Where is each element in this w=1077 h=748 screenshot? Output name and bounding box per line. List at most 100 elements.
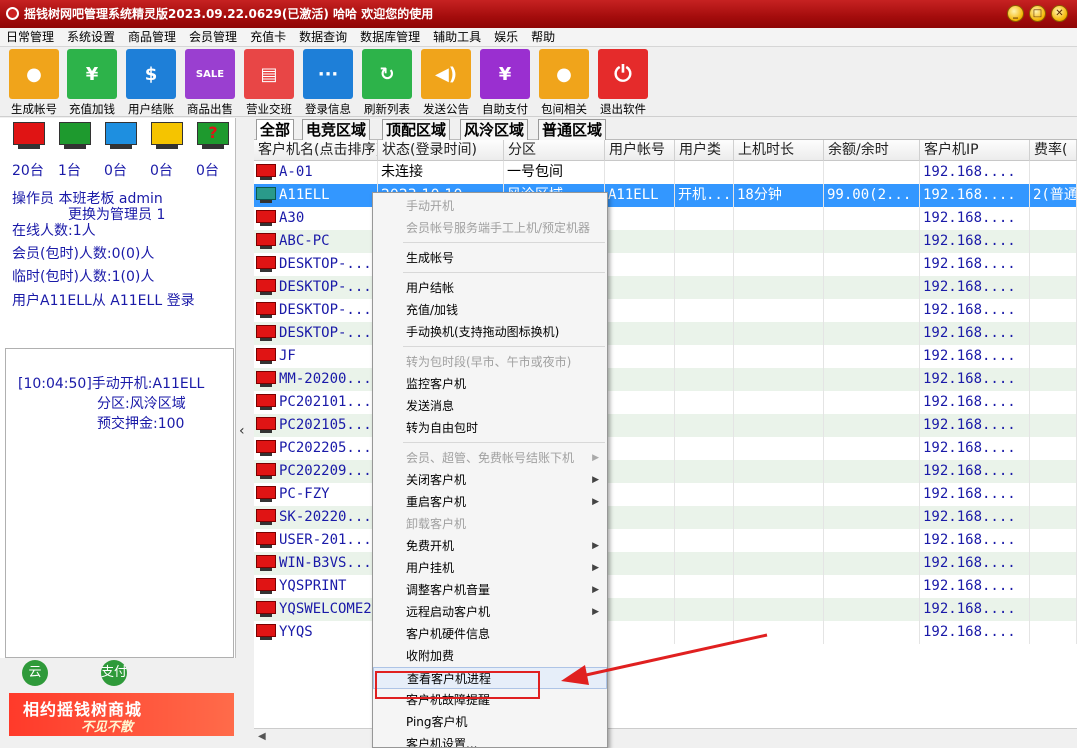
monitor-stand bbox=[18, 145, 40, 149]
toolbar-button[interactable]: ● 生成帐号 bbox=[4, 49, 64, 117]
context-menu-item[interactable]: 远程启动客户机 ▶ bbox=[373, 601, 607, 623]
menu-item[interactable]: 帮助 bbox=[525, 28, 562, 47]
menu-item[interactable]: 会员管理 bbox=[183, 28, 244, 47]
context-menu-item[interactable]: 充值/加钱 bbox=[373, 299, 607, 321]
context-menu-item[interactable]: 生成帐号 bbox=[373, 247, 607, 269]
context-menu-label: 客户机设置... bbox=[406, 737, 478, 748]
context-menu-item[interactable]: 用户结帐 bbox=[373, 277, 607, 299]
table-cell bbox=[824, 345, 920, 368]
menu-item[interactable]: 充值卡 bbox=[244, 28, 293, 47]
monitor-count: 20台 bbox=[12, 163, 44, 179]
context-menu-label: 重启客户机 bbox=[406, 495, 467, 509]
column-header[interactable]: 用户类 bbox=[675, 140, 734, 161]
table-cell: 192.168.... bbox=[920, 368, 1030, 391]
table-cell bbox=[675, 506, 734, 529]
table-cell bbox=[675, 460, 734, 483]
menu-item[interactable]: 辅助工具 bbox=[427, 28, 488, 47]
column-header[interactable]: 费率( bbox=[1030, 140, 1077, 161]
monitor-status-icon[interactable] bbox=[104, 122, 138, 150]
table-cell: A11ELL bbox=[276, 184, 378, 207]
context-menu-item: 会员、超管、免费帐号结账下机 ▶ bbox=[373, 447, 607, 469]
column-header[interactable]: 状态(登录时间) bbox=[378, 140, 504, 161]
menu-item[interactable]: 数据库管理 bbox=[354, 28, 427, 47]
toolbar-button[interactable]: ⏻ 退出软件 bbox=[593, 49, 653, 117]
column-header[interactable]: 客户机IP bbox=[920, 140, 1030, 161]
monitor-status-icon[interactable] bbox=[12, 122, 46, 150]
column-header[interactable]: 余额/余时 bbox=[824, 140, 920, 161]
table-row[interactable]: A-01 未连接 一号包间 192.168.... bbox=[254, 161, 1077, 184]
menu-item[interactable]: 数据查询 bbox=[293, 28, 354, 47]
tab-zone[interactable]: 顶配区域 bbox=[382, 119, 451, 140]
monitor-status-icon[interactable] bbox=[150, 122, 184, 150]
pay-button[interactable]: 支付 bbox=[101, 660, 127, 686]
monitor-screen: ? bbox=[197, 122, 229, 145]
menu-item[interactable]: 娱乐 bbox=[488, 28, 525, 47]
menu-item[interactable]: 系统设置 bbox=[61, 28, 122, 47]
maximize-button[interactable]: □ bbox=[1029, 5, 1046, 22]
context-menu-item[interactable]: 关闭客户机 ▶ bbox=[373, 469, 607, 491]
toolbar-button[interactable]: ¥ 自助支付 bbox=[475, 49, 535, 117]
computer-stand bbox=[260, 614, 272, 617]
context-menu-item[interactable]: 发送消息 bbox=[373, 395, 607, 417]
table-cell bbox=[605, 391, 675, 414]
context-menu-label: Ping客户机 bbox=[406, 715, 468, 729]
toolbar-button[interactable]: ▤ 营业交班 bbox=[239, 49, 299, 117]
table-cell bbox=[824, 299, 920, 322]
column-header[interactable]: 用户帐号 bbox=[605, 140, 675, 161]
tab-zone[interactable]: 全部 bbox=[256, 119, 295, 140]
toolbar-button[interactable]: $ 用户结账 bbox=[121, 49, 181, 117]
toolbar-button[interactable]: ¥ 充值加钱 bbox=[62, 49, 122, 117]
table-cell: 192.168.... bbox=[920, 506, 1030, 529]
context-menu-label: 远程启动客户机 bbox=[406, 605, 491, 619]
toolbar-button[interactable]: ↻ 刷新列表 bbox=[357, 49, 417, 117]
context-menu-item[interactable]: Ping客户机 bbox=[373, 711, 607, 733]
table-cell bbox=[734, 161, 824, 184]
context-menu-item[interactable]: 调整客户机音量 ▶ bbox=[373, 579, 607, 601]
toolbar-button[interactable]: ··· 登录信息 bbox=[298, 49, 358, 117]
minimize-button[interactable]: _ bbox=[1007, 5, 1024, 22]
table-cell: 192.168.... bbox=[920, 276, 1030, 299]
toolbar-button[interactable]: ● 包间相关 bbox=[534, 49, 594, 117]
context-menu-item[interactable]: 用户挂机 ▶ bbox=[373, 557, 607, 579]
toolbar-button-label: 用户结账 bbox=[128, 102, 174, 116]
table-cell: 192.168.... bbox=[920, 253, 1030, 276]
context-menu-item[interactable]: 转为自由包时 bbox=[373, 417, 607, 439]
menu-item[interactable]: 商品管理 bbox=[122, 28, 183, 47]
context-menu-item[interactable]: 重启客户机 ▶ bbox=[373, 491, 607, 513]
toolbar-button-label: 商品出售 bbox=[187, 102, 233, 116]
context-menu-item[interactable]: 手动换机(支持拖动图标换机) bbox=[373, 321, 607, 343]
monitor-status-icon[interactable] bbox=[58, 122, 92, 150]
toolbar-button[interactable]: ◀) 发送公告 bbox=[416, 49, 476, 117]
context-menu-item[interactable]: 客户机设置... bbox=[373, 733, 607, 748]
computer-screen bbox=[256, 624, 276, 637]
toolbar-button[interactable]: SALE 商品出售 bbox=[180, 49, 240, 117]
monitor-status-icon[interactable]: ? bbox=[196, 122, 230, 150]
column-header[interactable]: 客户机名(点击排序) bbox=[254, 140, 378, 161]
collapse-left-icon[interactable]: ‹ bbox=[239, 423, 245, 439]
context-menu-label: 关闭客户机 bbox=[406, 473, 467, 487]
table-cell: 192.168.... bbox=[920, 437, 1030, 460]
table-cell bbox=[675, 575, 734, 598]
monitor-screen bbox=[151, 122, 183, 145]
table-cell bbox=[824, 460, 920, 483]
tab-zone[interactable]: 电竞区域 bbox=[302, 119, 371, 140]
tab-zone[interactable]: 普通区域 bbox=[538, 119, 607, 140]
computer-stand bbox=[260, 591, 272, 594]
table-cell bbox=[675, 552, 734, 575]
left-panel: 20台 1台 0台 0台? 0台 操作员 本班老板 admin 更换为管理员 1 在线人… bbox=[0, 118, 236, 748]
mall-banner[interactable]: 相约摇钱树商城 不见不散 bbox=[9, 693, 234, 736]
column-header[interactable]: 上机时长 bbox=[734, 140, 824, 161]
menu-item[interactable]: 日常管理 bbox=[0, 28, 61, 47]
context-menu-label: 手动换机(支持拖动图标换机) bbox=[406, 325, 560, 339]
close-button[interactable]: ✕ bbox=[1051, 5, 1068, 22]
scroll-left-icon[interactable]: ◀ bbox=[258, 731, 266, 742]
table-cell bbox=[605, 575, 675, 598]
table-cell bbox=[675, 529, 734, 552]
context-menu-item[interactable]: 监控客户机 bbox=[373, 373, 607, 395]
tab-zone[interactable]: 风泠区域 bbox=[460, 119, 529, 140]
context-menu-item[interactable]: 免费开机 ▶ bbox=[373, 535, 607, 557]
cloud-button[interactable]: 云 bbox=[22, 660, 48, 686]
table-cell bbox=[734, 391, 824, 414]
column-header[interactable]: 分区 bbox=[504, 140, 605, 161]
panel-splitter[interactable]: ‹ bbox=[236, 118, 254, 748]
